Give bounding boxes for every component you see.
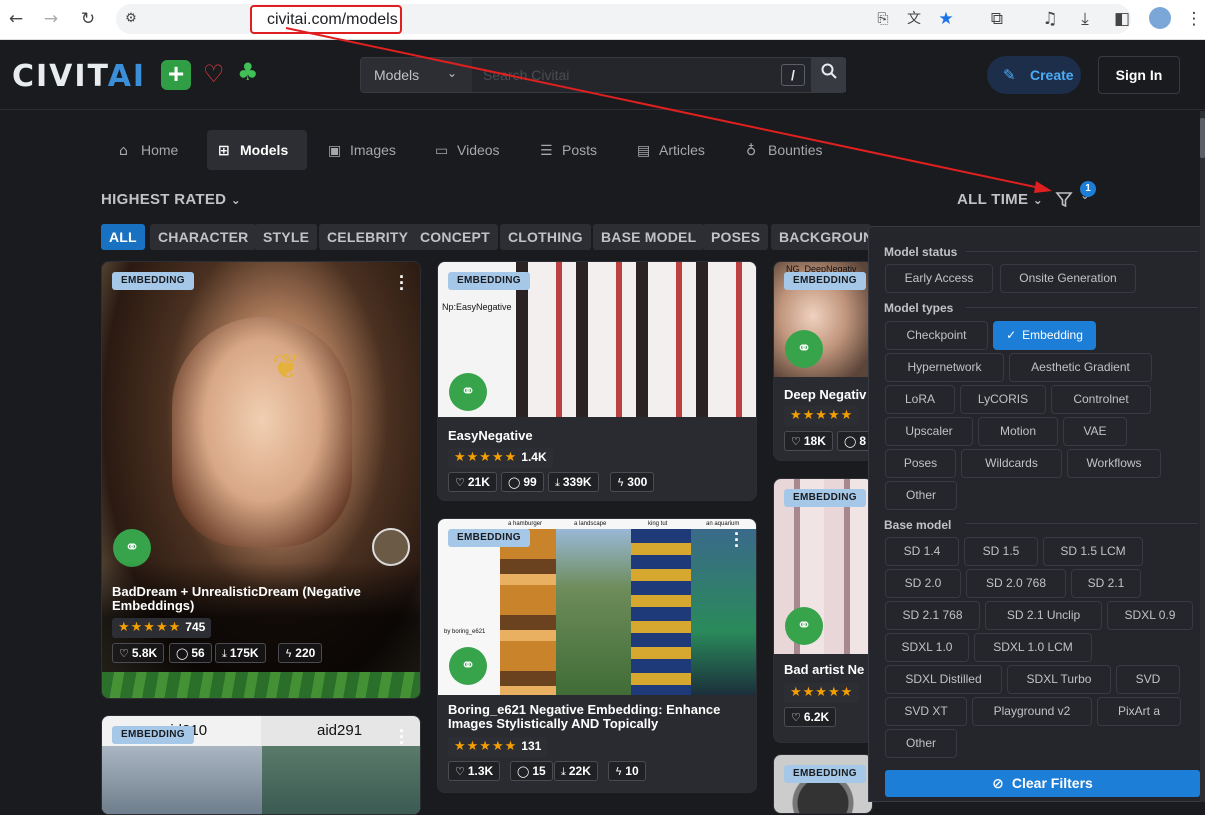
filter-sd15[interactable]: SD 1.5 bbox=[964, 537, 1038, 566]
filter-aesthetic-gradient[interactable]: Aesthetic Gradient bbox=[1009, 353, 1152, 382]
filter-early-access[interactable]: Early Access bbox=[885, 264, 993, 293]
filter-sd14[interactable]: SD 1.4 bbox=[885, 537, 959, 566]
section-label: Model types bbox=[884, 301, 954, 315]
filter-base-other[interactable]: Other bbox=[885, 729, 957, 758]
section-label: Model status bbox=[884, 245, 958, 259]
divider bbox=[966, 307, 1198, 308]
filter-onsite-generation[interactable]: Onsite Generation bbox=[1000, 264, 1136, 293]
scrollbar[interactable] bbox=[1200, 111, 1205, 802]
filter-off-icon: ⊘ bbox=[992, 776, 1004, 792]
filter-sdxl10[interactable]: SDXL 1.0 bbox=[885, 633, 969, 662]
filter-svd[interactable]: SVD bbox=[1116, 665, 1180, 694]
check-icon: ✓ bbox=[1006, 328, 1017, 342]
section-label: Base model bbox=[884, 518, 952, 532]
filter-upscaler[interactable]: Upscaler bbox=[885, 417, 973, 446]
filter-sd21-unclip[interactable]: SD 2.1 Unclip bbox=[985, 601, 1102, 630]
filter-sdxl-distilled[interactable]: SDXL Distilled bbox=[885, 665, 1002, 694]
filter-embedding[interactable]: ✓ Embedding bbox=[993, 321, 1096, 350]
divider bbox=[966, 523, 1198, 524]
filter-wildcards[interactable]: Wildcards bbox=[961, 449, 1062, 478]
filter-sd15-lcm[interactable]: SD 1.5 LCM bbox=[1043, 537, 1143, 566]
clear-filters-button[interactable]: ⊘ Clear Filters bbox=[885, 770, 1200, 797]
filter-sd21-768[interactable]: SD 2.1 768 bbox=[885, 601, 980, 630]
filter-vae[interactable]: VAE bbox=[1063, 417, 1127, 446]
filter-controlnet[interactable]: Controlnet bbox=[1051, 385, 1151, 414]
filter-sdxl10-lcm[interactable]: SDXL 1.0 LCM bbox=[974, 633, 1092, 662]
filter-label: Embedding bbox=[1022, 328, 1083, 342]
divider bbox=[966, 251, 1198, 252]
filter-lycoris[interactable]: LyCORIS bbox=[960, 385, 1046, 414]
filter-sdxl-turbo[interactable]: SDXL Turbo bbox=[1007, 665, 1111, 694]
filter-workflows[interactable]: Workflows bbox=[1067, 449, 1161, 478]
filter-hypernetwork[interactable]: Hypernetwork bbox=[885, 353, 1004, 382]
filter-lora[interactable]: LoRA bbox=[885, 385, 955, 414]
filter-sd20[interactable]: SD 2.0 bbox=[885, 569, 961, 598]
clear-filters-label: Clear Filters bbox=[1011, 775, 1093, 791]
filter-poses[interactable]: Poses bbox=[885, 449, 956, 478]
filter-svd-xt[interactable]: SVD XT bbox=[885, 697, 967, 726]
filter-motion[interactable]: Motion bbox=[978, 417, 1058, 446]
filter-panel: Model status Early Access Onsite Generat… bbox=[868, 226, 1205, 802]
filter-playground-v2[interactable]: Playground v2 bbox=[972, 697, 1092, 726]
filter-sd20-768[interactable]: SD 2.0 768 bbox=[966, 569, 1066, 598]
filter-pixart-a[interactable]: PixArt a bbox=[1097, 697, 1181, 726]
filter-checkpoint[interactable]: Checkpoint bbox=[885, 321, 988, 350]
filter-sd21[interactable]: SD 2.1 bbox=[1071, 569, 1141, 598]
scrollbar-thumb[interactable] bbox=[1200, 118, 1205, 158]
filter-type-other[interactable]: Other bbox=[885, 481, 957, 510]
filter-sdxl09[interactable]: SDXL 0.9 bbox=[1107, 601, 1193, 630]
